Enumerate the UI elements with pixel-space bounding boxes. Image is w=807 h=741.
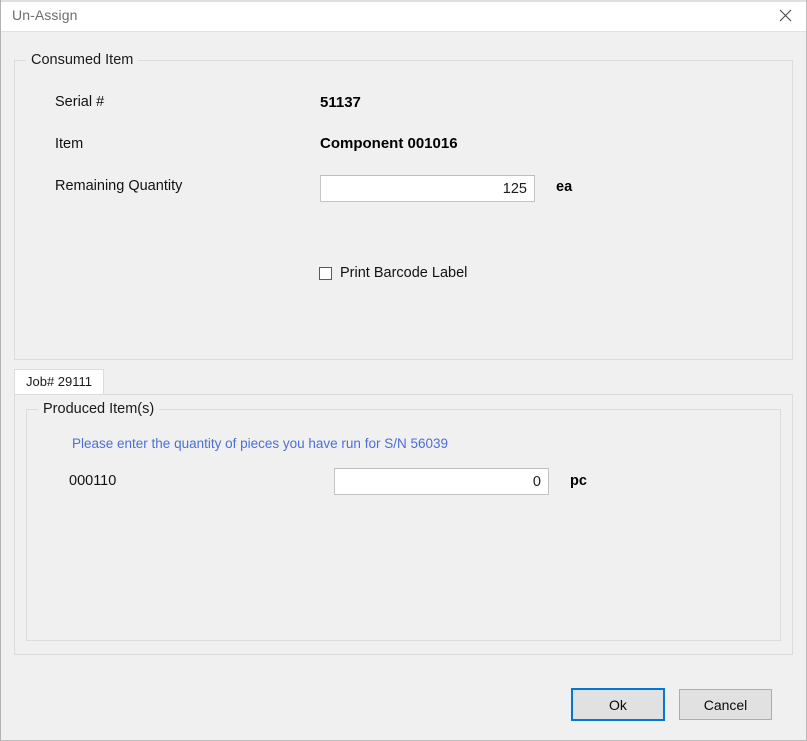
produced-items-legend: Produced Item(s) xyxy=(38,401,160,417)
produced-item-number: 000110 xyxy=(69,473,117,489)
item-value: Component 001016 xyxy=(320,135,458,152)
print-barcode-checkbox[interactable]: Print Barcode Label xyxy=(319,265,467,281)
close-icon[interactable] xyxy=(762,0,806,31)
print-barcode-label: Print Barcode Label xyxy=(340,265,468,281)
checkbox-box-icon[interactable] xyxy=(319,266,332,280)
item-label: Item xyxy=(55,136,84,152)
job-tab-panel: Produced Item(s) Please enter the quanti… xyxy=(14,394,793,655)
cancel-button[interactable]: Cancel xyxy=(679,689,772,720)
produced-items-group: Produced Item(s) Please enter the quanti… xyxy=(26,401,781,641)
produced-quantity-unit: pc xyxy=(570,473,587,489)
un-assign-dialog: Un-Assign Consumed Item Serial # 51137 I… xyxy=(0,0,807,741)
title-bar-accent xyxy=(1,0,806,2)
quantity-hint-text: Please enter the quantity of pieces you … xyxy=(72,436,448,451)
tab-job-29111[interactable]: Job# 29111 xyxy=(14,369,105,395)
serial-number-label: Serial # xyxy=(55,94,105,110)
ok-button[interactable]: Ok xyxy=(571,688,665,721)
serial-number-value: 51137 xyxy=(320,94,361,111)
title-bar: Un-Assign xyxy=(1,0,806,32)
remaining-quantity-label: Remaining Quantity xyxy=(55,178,183,194)
window-title: Un-Assign xyxy=(12,7,78,23)
remaining-quantity-input[interactable] xyxy=(320,175,535,202)
consumed-item-legend: Consumed Item xyxy=(26,52,139,68)
consumed-item-group: Consumed Item Serial # 51137 Item Compon… xyxy=(14,52,793,360)
produced-quantity-input[interactable] xyxy=(334,468,549,495)
remaining-quantity-unit: ea xyxy=(556,179,573,195)
job-tabstrip: Job# 29111 xyxy=(14,369,793,395)
